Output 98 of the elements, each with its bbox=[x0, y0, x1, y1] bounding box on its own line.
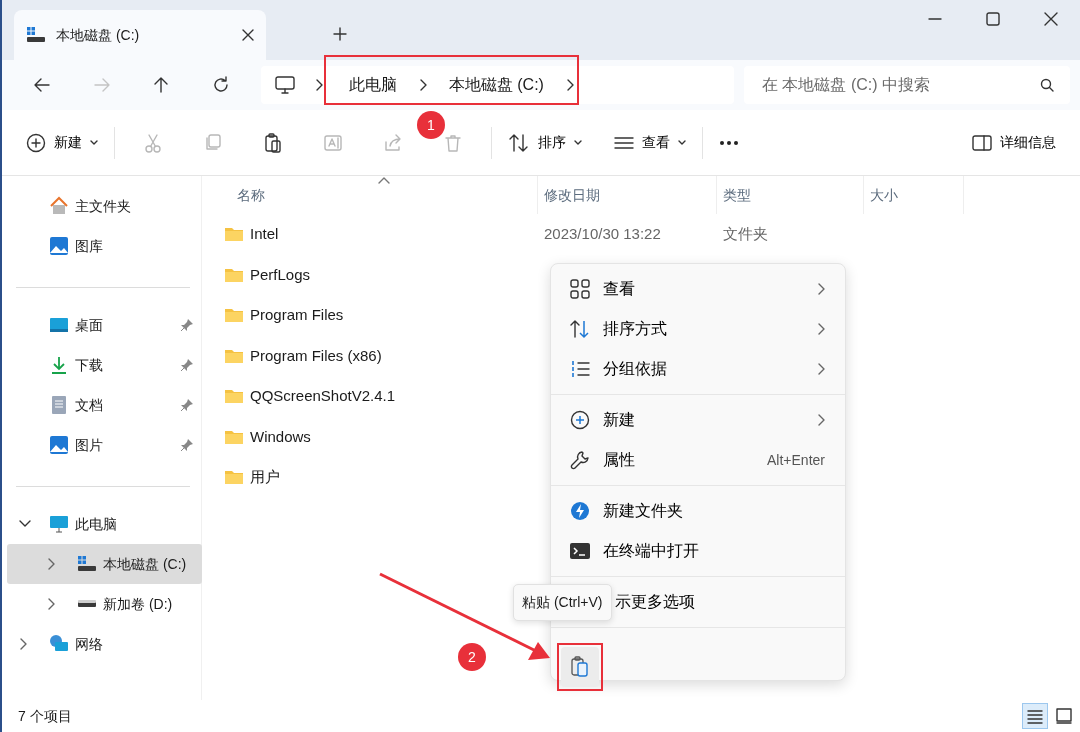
terminal-icon bbox=[570, 541, 590, 561]
menu-item[interactable]: 属性 Alt+Enter bbox=[551, 440, 845, 480]
view-button[interactable]: 查看 bbox=[606, 122, 694, 163]
plus-circle-icon bbox=[26, 132, 46, 153]
tree-item[interactable]: 新加卷 (D:) bbox=[7, 584, 202, 624]
expand-icon[interactable] bbox=[19, 638, 27, 650]
folder-icon bbox=[224, 307, 244, 324]
file-name[interactable]: Intel bbox=[250, 223, 279, 246]
lines-icon bbox=[614, 135, 634, 150]
close-icon[interactable] bbox=[242, 29, 254, 41]
plus-icon bbox=[333, 27, 347, 41]
sidebar-item[interactable]: 主文件夹 bbox=[7, 186, 202, 226]
tree-item[interactable]: 网络 bbox=[7, 624, 202, 664]
column-header[interactable]: 大小 bbox=[864, 176, 964, 214]
expand-icon[interactable] bbox=[19, 520, 31, 528]
list-icon bbox=[570, 359, 590, 379]
trash-icon bbox=[443, 132, 463, 153]
panel-icon bbox=[972, 134, 992, 151]
caret-icon bbox=[90, 139, 98, 146]
tab-title: 本地磁盘 (C:) bbox=[56, 25, 141, 45]
tab[interactable]: 本地磁盘 (C:) bbox=[14, 10, 266, 60]
plus-circle-icon bbox=[570, 410, 590, 430]
download-icon bbox=[49, 355, 69, 375]
rename-icon bbox=[323, 132, 343, 153]
menu-item[interactable]: 在终端中打开 bbox=[551, 531, 845, 571]
folder-icon bbox=[224, 428, 244, 445]
menu-item[interactable]: 新建文件夹 bbox=[551, 491, 845, 531]
new-button[interactable]: 新建 bbox=[18, 122, 106, 163]
drive-icon bbox=[77, 600, 97, 608]
type-cell: 文件夹 bbox=[723, 225, 768, 242]
list-view-icon bbox=[1026, 707, 1044, 725]
grid-icon bbox=[570, 279, 590, 299]
drive-icon bbox=[77, 555, 97, 573]
sort-icon bbox=[570, 319, 590, 339]
caret-icon bbox=[678, 139, 686, 146]
sort-button[interactable]: 排序 bbox=[500, 122, 590, 163]
drive-icon bbox=[26, 26, 46, 44]
folder-icon bbox=[224, 347, 244, 364]
folder-icon bbox=[224, 266, 244, 283]
address-bar[interactable]: 此电脑 本地磁盘 (C:) bbox=[260, 66, 734, 104]
scissors-icon bbox=[143, 132, 163, 153]
date-cell: 2023/10/30 13:22 bbox=[544, 225, 661, 242]
chevron-icon bbox=[565, 79, 574, 91]
details-button[interactable]: 详细信息 bbox=[964, 122, 1064, 163]
search-icon bbox=[1040, 78, 1054, 92]
breadcrumb-segment[interactable]: 本地磁盘 (C:) bbox=[448, 73, 544, 97]
sort-icon bbox=[508, 132, 530, 153]
image-icon bbox=[49, 236, 69, 256]
computer-icon bbox=[274, 76, 295, 94]
clipboard-icon bbox=[263, 132, 283, 153]
sidebar-item[interactable]: 下载 bbox=[7, 345, 202, 385]
network-icon bbox=[49, 634, 69, 654]
menu-item[interactable]: 分组依据 bbox=[551, 349, 845, 389]
folder-icon bbox=[224, 469, 244, 486]
close-icon bbox=[1044, 12, 1058, 26]
tooltip: 粘贴 (Ctrl+V) bbox=[513, 584, 612, 621]
document-icon bbox=[49, 395, 69, 415]
computer-icon bbox=[49, 514, 69, 534]
wrench-icon bbox=[570, 450, 590, 470]
breadcrumb-segment[interactable]: 此电脑 bbox=[348, 73, 397, 97]
expand-icon[interactable] bbox=[47, 598, 55, 610]
column-header[interactable]: 修改日期 bbox=[538, 176, 717, 214]
sidebar-item[interactable]: 图片 bbox=[7, 425, 202, 465]
search-field[interactable]: 在 本地磁盘 (C:) 中搜索 bbox=[744, 66, 1070, 104]
file-name[interactable]: Program Files bbox=[250, 304, 344, 327]
tree-item[interactable]: 本地磁盘 (C:) bbox=[7, 544, 202, 584]
folder-icon bbox=[224, 226, 244, 243]
sidebar-item[interactable]: 桌面 bbox=[7, 305, 202, 345]
desktop-icon bbox=[49, 315, 69, 335]
sidebar-item[interactable]: 文档 bbox=[7, 385, 202, 425]
image-icon bbox=[49, 435, 69, 455]
caret-icon bbox=[574, 139, 582, 146]
menu-item[interactable]: 排序方式 bbox=[551, 309, 845, 349]
maximize-icon bbox=[986, 12, 1000, 26]
bolt-circle-icon bbox=[570, 501, 590, 521]
file-name[interactable]: QQScreenShotV2.4.1 bbox=[250, 385, 396, 408]
home-icon bbox=[49, 196, 69, 216]
item-count: 7 个项目 bbox=[18, 706, 72, 726]
file-name[interactable]: PerfLogs bbox=[250, 263, 311, 286]
column-header[interactable]: 名称 bbox=[202, 176, 538, 214]
file-name[interactable]: Windows bbox=[250, 425, 311, 448]
details-view-button[interactable] bbox=[1022, 703, 1048, 729]
file-name[interactable]: Program Files (x86) bbox=[250, 344, 382, 367]
folder-icon bbox=[224, 388, 244, 405]
tile-view-icon bbox=[1055, 707, 1073, 725]
menu-item[interactable]: 查看 bbox=[551, 269, 845, 309]
menu-item[interactable]: 新建 bbox=[551, 400, 845, 440]
copy-icon bbox=[203, 132, 223, 153]
chevron-icon bbox=[418, 79, 427, 91]
clipboard-icon bbox=[570, 656, 590, 678]
column-header[interactable]: 类型 bbox=[717, 176, 864, 214]
sidebar-item[interactable]: 图库 bbox=[7, 226, 202, 266]
tree-item[interactable]: 此电脑 bbox=[7, 504, 202, 544]
file-name[interactable]: 用户 bbox=[250, 466, 280, 489]
chevron-icon bbox=[314, 79, 323, 91]
share-icon bbox=[383, 132, 403, 153]
more-icon bbox=[719, 139, 739, 146]
step-badge: 2 bbox=[458, 643, 486, 671]
